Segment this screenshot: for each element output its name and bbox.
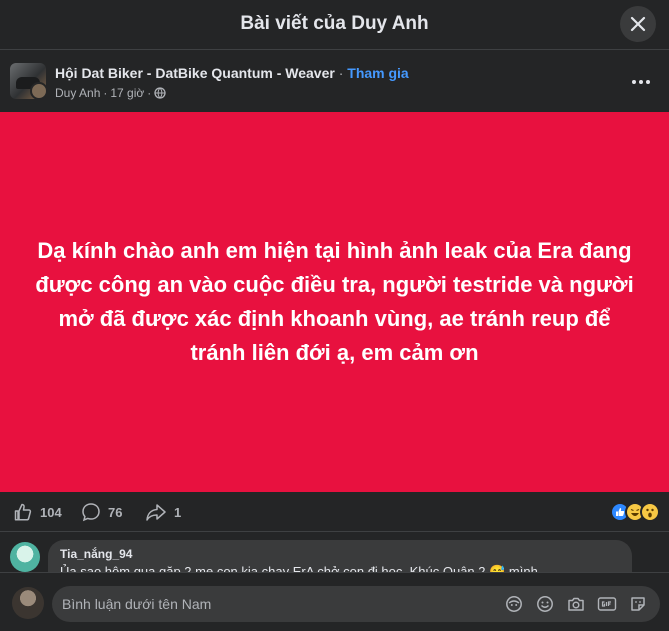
comment-item: Tia_nắng_94 Ủa sao hôm qua gặp 2 mẹ con …	[0, 532, 669, 572]
meta-separator: ·	[103, 86, 108, 100]
comment-count: 76	[108, 504, 123, 520]
gif-button[interactable]	[597, 594, 617, 614]
comment-icon	[82, 503, 100, 522]
current-user-avatar[interactable]	[12, 587, 44, 619]
more-options-button[interactable]	[627, 70, 655, 94]
avatar-sticker-icon	[506, 596, 522, 612]
post-image[interactable]: Dạ kính chào anh em hiện tại hình ảnh le…	[0, 112, 669, 492]
like-button[interactable]: 104	[13, 502, 62, 522]
more-dot-icon	[632, 80, 636, 84]
commenter-name[interactable]: Tia_nắng_94	[60, 547, 620, 561]
post-group-line: Hội Dat Biker - DatBike Quantum - Weaver…	[55, 65, 409, 81]
sticker-button[interactable]	[628, 594, 648, 614]
emoji-button[interactable]	[535, 594, 555, 614]
author-avatar[interactable]	[30, 82, 48, 100]
group-name-link[interactable]: Hội Dat Biker - DatBike Quantum - Weaver	[55, 65, 335, 81]
close-button[interactable]	[620, 6, 656, 42]
comment-compose-bar: Bình luận dưới tên Nam	[0, 572, 669, 631]
comment-input-placeholder: Bình luận dưới tên Nam	[62, 596, 212, 612]
gif-icon	[597, 597, 617, 611]
camera-icon	[568, 597, 584, 611]
share-icon	[146, 504, 166, 521]
comment-input[interactable]: Bình luận dưới tên Nam	[52, 586, 660, 622]
share-count: 1	[174, 504, 182, 520]
post-time-link[interactable]: 17 giờ	[110, 86, 144, 100]
post-header: Hội Dat Biker - DatBike Quantum - Weaver…	[0, 50, 669, 112]
like-count: 104	[40, 504, 62, 520]
meta-separator-2: ·	[147, 86, 152, 100]
comment-button[interactable]: 76	[81, 502, 122, 522]
reaction-summary[interactable]	[610, 502, 660, 522]
close-icon	[630, 16, 646, 32]
author-name-link[interactable]: Duy Anh	[55, 86, 100, 100]
emoji-icon	[537, 596, 553, 612]
thumbs-up-icon	[14, 503, 32, 521]
separator: ·	[334, 65, 348, 81]
share-button[interactable]: 1	[145, 502, 181, 522]
compose-tools	[504, 594, 648, 614]
post-image-text: Dạ kính chào anh em hiện tại hình ảnh le…	[35, 238, 634, 365]
avatar-sticker-button[interactable]	[504, 594, 524, 614]
more-dot-icon	[639, 80, 643, 84]
photo-button[interactable]	[566, 594, 586, 614]
wow-reaction-icon	[640, 502, 660, 522]
modal-title: Bài viết của Duy Anh	[240, 13, 429, 34]
post-meta: Duy Anh · 17 giờ ·	[55, 86, 166, 100]
commenter-avatar[interactable]	[10, 542, 40, 572]
sticker-icon	[631, 597, 645, 611]
reactions-bar: 104 76 1	[0, 492, 669, 532]
modal-header: Bài viết của Duy Anh	[0, 0, 669, 50]
globe-icon	[154, 87, 166, 99]
join-group-link[interactable]: Tham gia	[347, 65, 408, 81]
comment-bubble: Tia_nắng_94 Ủa sao hôm qua gặp 2 mẹ con …	[48, 540, 632, 572]
comment-text: Ủa sao hôm qua gặp 2 mẹ con kia chạy ErA…	[60, 564, 538, 572]
more-dot-icon	[646, 80, 650, 84]
